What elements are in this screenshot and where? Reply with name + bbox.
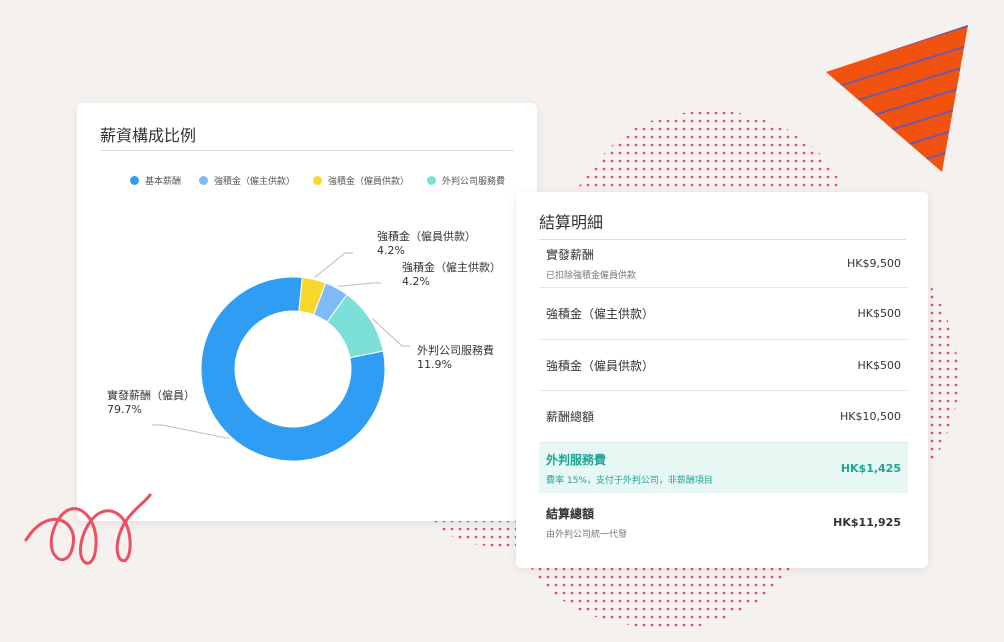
row-sublabel: 已扣除強積金僱員供款 [546,271,637,281]
detail-card-title: 結算明細 [539,213,604,232]
row-value: HK$11,925 [833,515,901,529]
slice-percent-label: 4.2% [377,244,405,257]
detail-row-service-fee: 外判服務費 費率 15%，支付于外判公司，非薪酬項目 HK$1,425 [539,443,908,493]
row-label: 外判服務費 [546,452,607,467]
row-value: HK$10,500 [840,410,901,423]
slice-leader-line [337,282,381,287]
slice-label: 強積金（僱員供款） [377,229,476,243]
row-label: 強積金（僱員供款） [546,358,655,373]
row-value: HK$9,500 [847,257,901,270]
row-value: HK$500 [857,358,901,372]
detail-row-total: 結算總額 由外判公司統一代發 HK$11,925 [539,497,908,547]
row-label: 結算總額 [546,506,595,521]
settlement-detail-card: 結算明細 實發薪酬 已扣除強積金僱員供款 HK$9,500 強積金（僱主供款） … [516,192,928,568]
row-label: 強積金（僱主供款） [546,307,655,321]
detail-row-net-pay: 實發薪酬 已扣除強積金僱員供款 HK$9,500 [539,240,908,288]
slice-percent-label: 4.2% [402,275,430,288]
row-label: 薪酬總額 [546,410,595,424]
squiggle-decoration [24,493,152,565]
slice-percent-label: 79.7% [107,403,142,416]
slice-label: 實發薪酬（僱員） [107,388,195,402]
row-sublabel: 由外判公司統一代發 [546,529,628,540]
detail-row-gross-pay: 薪酬總額 HK$10,500 [539,391,908,443]
slice-label: 外判公司服務費 [417,343,494,357]
striped-triangle-decoration [826,25,968,172]
slice-leader-line [314,252,353,278]
row-sublabel: 費率 15%，支付于外判公司，非薪酬項目 [546,475,713,486]
slice-leader-line [152,424,230,440]
detail-row-mpf-employer: 強積金（僱主供款） HK$500 [539,288,908,340]
detail-row-mpf-employee: 強積金（僱員供款） HK$500 [539,340,908,391]
slice-percent-label: 11.9% [417,358,452,371]
row-value: HK$1,425 [840,461,901,475]
donut-chart: 強積金（僱員供款）4.2%強積金（僱主供款）4.2%外判公司服務費11.9%實發… [107,229,501,462]
salary-composition-card: 薪資構成比例 基本薪酬 強積金（僱主供款） 強積金（僱員供款） 外判公司服務費 … [77,103,537,521]
slice-label: 強積金（僱主供款） [402,260,501,274]
row-value: HK$500 [857,307,901,320]
row-label: 實發薪酬 [546,248,595,262]
